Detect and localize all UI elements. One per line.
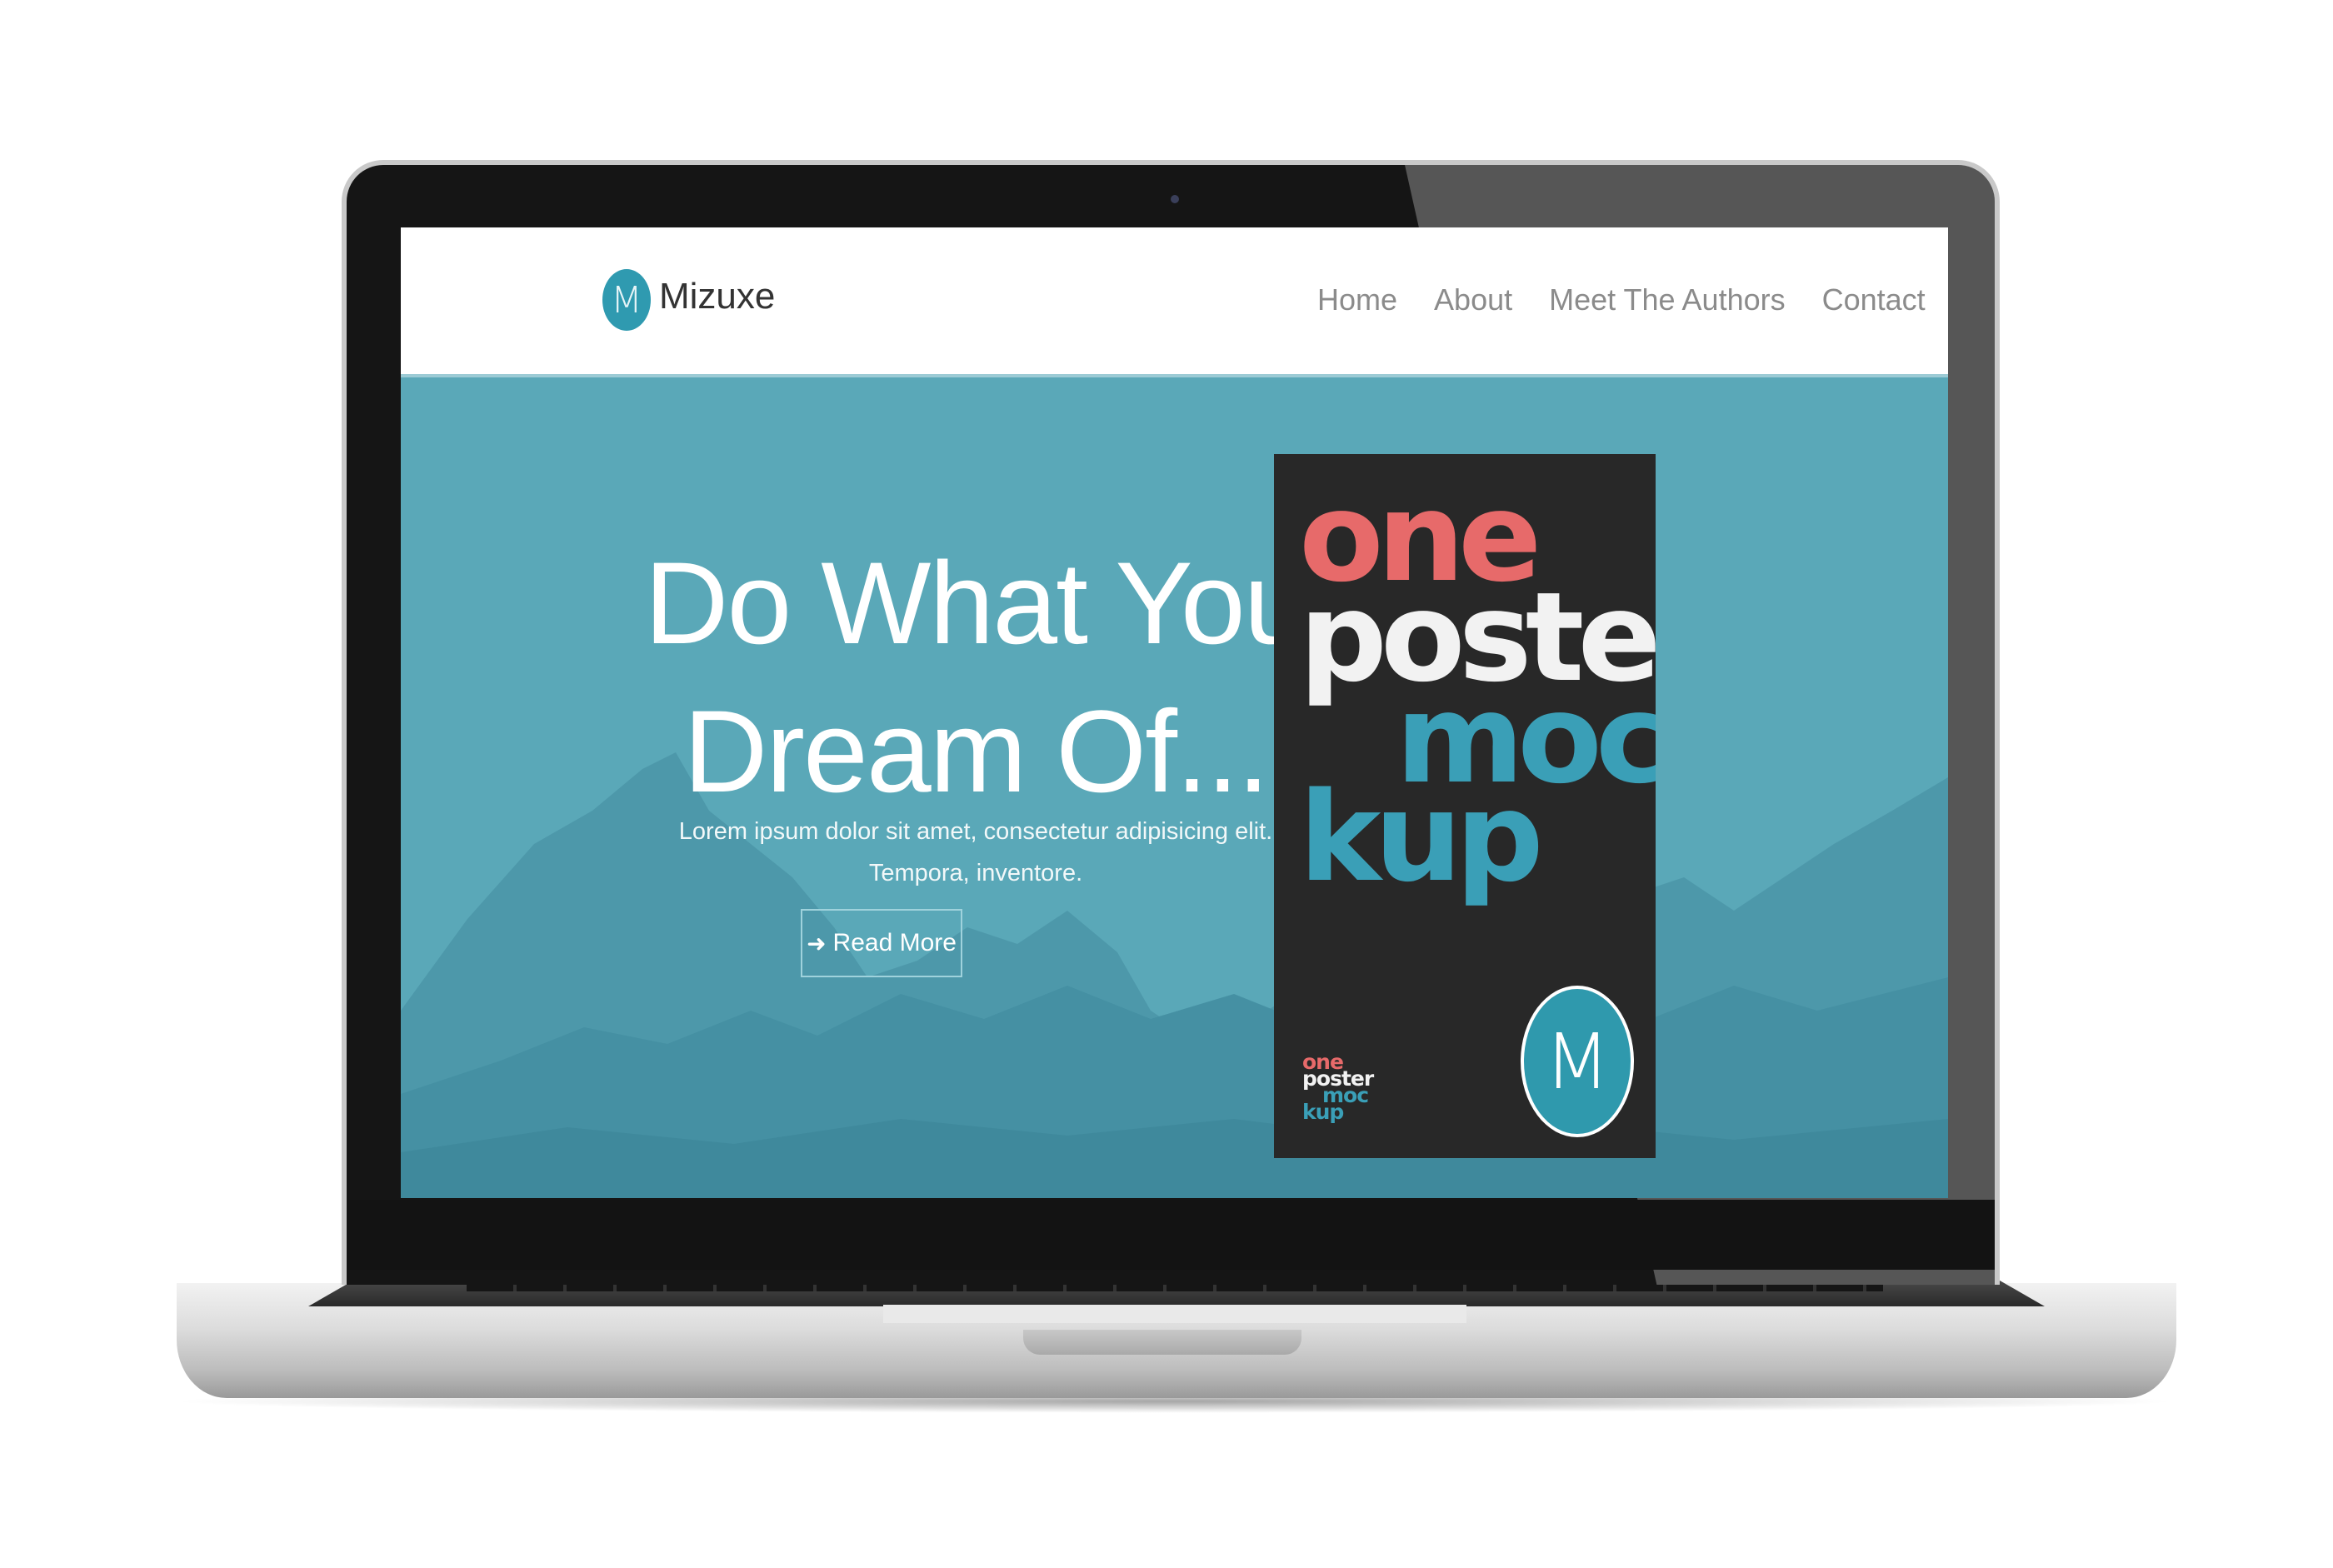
navbar: M Mizuxe Home About Meet The Authors Con…: [401, 227, 1948, 377]
laptop-bezel-bottom: [347, 1200, 1995, 1270]
poster-small-kup: kup: [1302, 1100, 1344, 1124]
hero-headline-line-2: Dream Of...: [683, 686, 1269, 816]
hero-headline-line-1: Do What You: [644, 537, 1308, 668]
laptop-notch: [1023, 1330, 1301, 1355]
laptop-trackpad: [883, 1305, 1466, 1323]
nav-link-about[interactable]: About: [1434, 282, 1512, 326]
camera-icon: [1171, 195, 1179, 203]
nav-link-contact[interactable]: Contact: [1822, 282, 1926, 326]
hero-section: Do What You Dream Of... Lorem ipsum dolo…: [401, 377, 1948, 1198]
brand-logo-icon[interactable]: M: [602, 269, 651, 331]
hero-headline: Do What You Dream Of...: [559, 529, 1392, 826]
read-more-label: Read More: [832, 929, 957, 956]
poster-word-kup: kup: [1299, 766, 1544, 909]
brand-name[interactable]: Mizuxe: [659, 276, 775, 317]
poster-image: one poster moc kup one poster moc kup M: [1274, 454, 1656, 1158]
read-more-button[interactable]: ➜ Read More: [801, 909, 962, 977]
nav-link-meet-the-authors[interactable]: Meet The Authors: [1549, 282, 1786, 326]
nav-links: Home About Meet The Authors Contact: [1317, 282, 1926, 326]
poster-logo-icon: M: [1521, 986, 1634, 1137]
arrow-right-icon: ➜: [807, 930, 827, 956]
nav-link-home[interactable]: Home: [1317, 282, 1397, 326]
hero-subtext-line-2: Tempora, inventore.: [868, 860, 1083, 886]
hero-subtext-line-1: Lorem ipsum dolor sit amet, consectetur …: [678, 818, 1273, 845]
laptop-screen: M Mizuxe Home About Meet The Authors Con…: [401, 227, 1948, 1198]
hero-subtext: Lorem ipsum dolor sit amet, consectetur …: [617, 811, 1334, 894]
